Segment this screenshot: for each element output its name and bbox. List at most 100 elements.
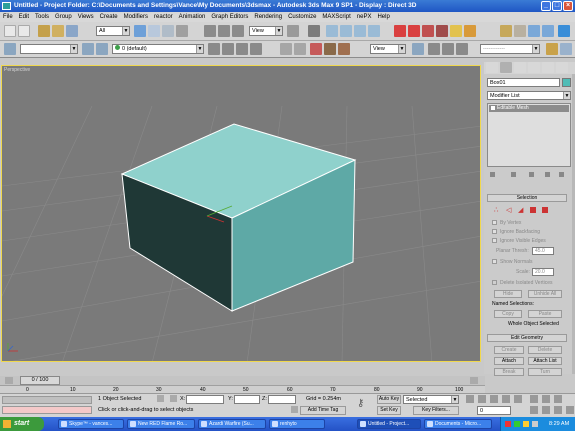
maximize-button[interactable]: □ xyxy=(552,1,562,11)
select-object-icon[interactable] xyxy=(134,25,146,37)
pan-icon[interactable] xyxy=(542,406,550,414)
select-link-icon[interactable] xyxy=(38,25,50,37)
ignore-visible-edges-checkbox[interactable] xyxy=(492,238,497,243)
tools-extra-icon[interactable] xyxy=(546,43,558,55)
key-filters-button[interactable]: Key Filters... xyxy=(413,406,459,415)
pivot-center-icon[interactable] xyxy=(287,25,299,37)
field-of-view-icon[interactable] xyxy=(530,406,538,414)
layer-dropdown[interactable]: 0 (default) ▼ xyxy=(112,44,204,54)
tray-icon[interactable] xyxy=(514,421,520,427)
layer-properties-icon[interactable] xyxy=(250,43,262,55)
show-end-result-icon[interactable] xyxy=(511,172,516,177)
unlink-icon[interactable] xyxy=(52,25,64,37)
render-frame-icon[interactable] xyxy=(514,25,526,37)
turn-button[interactable]: Turn xyxy=(528,368,562,376)
render-production-icon[interactable] xyxy=(542,25,554,37)
schematic-view-icon[interactable] xyxy=(450,25,462,37)
menu-tools[interactable]: Tools xyxy=(32,12,52,22)
zoom-all-icon[interactable] xyxy=(542,395,550,403)
key-icon[interactable]: ⚷ xyxy=(357,398,364,409)
environment-icon[interactable] xyxy=(338,43,350,55)
go-to-end-icon[interactable] xyxy=(514,395,522,403)
polygon-icon[interactable] xyxy=(530,207,536,213)
close-button[interactable]: × xyxy=(563,1,573,11)
perspective-viewport[interactable] xyxy=(1,65,481,362)
edit-named-sel-icon[interactable] xyxy=(456,43,468,55)
tray-icon[interactable] xyxy=(505,421,511,427)
go-to-start-icon[interactable] xyxy=(466,395,474,403)
menu-edit[interactable]: Edit xyxy=(16,12,32,22)
menu-reactor[interactable]: reactor xyxy=(151,12,176,22)
maxscript-listener[interactable] xyxy=(2,396,92,404)
place-highlight-icon[interactable] xyxy=(280,43,292,55)
create-tab-icon[interactable] xyxy=(486,62,498,73)
menu-modifiers[interactable]: Modifiers xyxy=(121,12,151,22)
render-icon[interactable] xyxy=(310,43,322,55)
expand-icon[interactable] xyxy=(491,106,495,110)
toolbar-options-icon[interactable] xyxy=(560,43,572,55)
menu-group[interactable]: Group xyxy=(52,12,75,22)
show-normals-checkbox[interactable] xyxy=(492,259,497,264)
zoom-icon[interactable] xyxy=(530,395,538,403)
maxscript-mini-listener[interactable] xyxy=(2,406,92,414)
object-color-swatch[interactable] xyxy=(562,78,571,87)
paste-button[interactable]: Paste xyxy=(528,310,562,318)
mirror-icon[interactable] xyxy=(394,25,406,37)
render-setup-icon[interactable] xyxy=(500,25,512,37)
clock[interactable]: 8:29 AM xyxy=(549,417,569,431)
menu-help[interactable]: Help xyxy=(374,12,392,22)
planar-thresh-input[interactable]: 45.0 xyxy=(532,247,554,255)
menu-rendering[interactable]: Rendering xyxy=(251,12,285,22)
lock-icon[interactable] xyxy=(157,395,164,402)
window-crossing-icon[interactable] xyxy=(176,25,188,37)
element-icon[interactable] xyxy=(542,207,548,213)
select-layer-icon[interactable] xyxy=(222,43,234,55)
edit-geometry-rollout-header[interactable]: Edit Geometry xyxy=(487,334,567,342)
vertex-icon[interactable]: ∴ xyxy=(494,206,498,214)
taskbar-item-3dsmax[interactable]: Untitled - Project... xyxy=(357,419,421,429)
ignore-backfacing-checkbox[interactable] xyxy=(492,229,497,234)
configure-sets-icon[interactable] xyxy=(559,172,564,177)
app-icon[interactable] xyxy=(2,2,11,10)
hide-button[interactable]: Hide xyxy=(494,290,522,298)
modifier-list-dropdown[interactable]: Modifier List ▼ xyxy=(487,91,571,100)
motion-tab-icon[interactable] xyxy=(528,62,540,73)
absolute-mode-icon[interactable] xyxy=(170,395,177,402)
set-key-button[interactable]: Set Key xyxy=(377,406,401,415)
menu-maxscript[interactable]: MAXScript xyxy=(319,12,353,22)
selection-rollout-header[interactable]: Selection xyxy=(487,194,567,202)
viewport-label[interactable]: Perspective xyxy=(4,67,30,73)
tray-icon[interactable] xyxy=(532,421,538,427)
percent-snap-icon[interactable] xyxy=(354,25,366,37)
taskbar-item-skype[interactable]: Skype™ - vances... xyxy=(58,419,124,429)
attach-button[interactable]: Attach xyxy=(494,357,524,365)
taskbar-item-documents[interactable]: Documents - Micro... xyxy=(424,419,492,429)
utilities-tab-icon[interactable] xyxy=(556,62,568,73)
keyboard-shortcut-icon[interactable] xyxy=(428,43,440,55)
named-selection-icon[interactable] xyxy=(4,43,16,55)
by-vertex-checkbox[interactable] xyxy=(492,220,497,225)
menu-nepx[interactable]: nePX xyxy=(354,12,375,22)
delete-isolated-checkbox[interactable] xyxy=(492,280,497,285)
y-coordinate-field[interactable] xyxy=(234,395,260,404)
zoom-extents-icon[interactable] xyxy=(554,395,562,403)
play-icon[interactable] xyxy=(490,395,498,403)
menu-animation[interactable]: Animation xyxy=(176,12,209,22)
material-editor-icon[interactable] xyxy=(464,25,476,37)
menu-graph-editors[interactable]: Graph Editors xyxy=(208,12,251,22)
maximize-viewport-icon[interactable] xyxy=(566,406,574,414)
layer-icon[interactable] xyxy=(82,43,94,55)
copy-button[interactable]: Copy xyxy=(494,310,522,318)
previous-frame-icon[interactable] xyxy=(478,395,486,403)
scene-states-icon[interactable] xyxy=(324,43,336,55)
minimize-button[interactable]: _ xyxy=(541,1,551,11)
time-slider-thumb[interactable]: 0 / 100 xyxy=(20,376,60,385)
align-icon[interactable] xyxy=(408,25,420,37)
modify-tab-icon[interactable] xyxy=(500,62,512,73)
menu-views[interactable]: Views xyxy=(75,12,97,22)
undo-icon[interactable] xyxy=(4,25,16,37)
auto-key-button[interactable]: Auto Key xyxy=(377,395,401,404)
key-mode-dropdown[interactable]: Selected ▼ xyxy=(403,395,459,404)
redo-icon[interactable] xyxy=(18,25,30,37)
x-coordinate-field[interactable] xyxy=(186,395,224,404)
